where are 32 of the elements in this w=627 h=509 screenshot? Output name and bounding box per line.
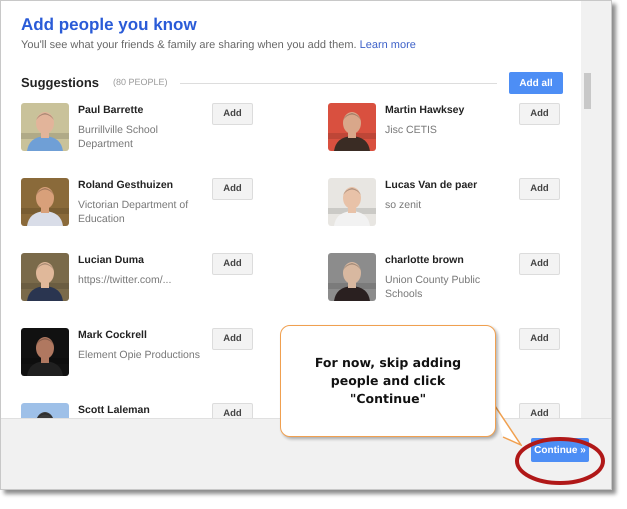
person-organization: Burrillville School Department: [78, 123, 159, 151]
section-heading: Suggestions: [21, 74, 100, 92]
person-organization: Union County Public Schools: [385, 273, 482, 301]
person-organization: Victorian Department of Education: [78, 198, 190, 226]
add-button[interactable]: Add: [212, 403, 253, 418]
person-name: charlotte brown: [385, 253, 465, 267]
add-button[interactable]: Add: [212, 253, 253, 275]
dialog-title: Add people you know: [21, 15, 198, 35]
person-organization: so zenit: [385, 198, 422, 212]
add-button[interactable]: Add: [212, 103, 253, 125]
add-button[interactable]: Add: [212, 178, 253, 200]
person-name: Roland Gesthuizen: [78, 178, 174, 192]
person-organization: Jisc CETIS: [385, 123, 438, 137]
person-organization: Element Opie Productions: [78, 348, 201, 362]
add-button[interactable]: Add: [519, 178, 560, 200]
learn-more-link[interactable]: Learn more: [360, 39, 416, 51]
add-button[interactable]: Add: [519, 328, 560, 350]
add-button[interactable]: Add: [519, 103, 560, 125]
add-button[interactable]: Add: [519, 253, 560, 275]
callout-text: For now, skip adding people and click "Continue": [314, 354, 462, 408]
person-name: Scott Laleman: [78, 403, 151, 417]
subtitle: You'll see what your friends & family are sharing when you add them.: [21, 39, 357, 51]
add-button[interactable]: Add: [212, 328, 253, 350]
scrollbar-thumb[interactable]: [584, 73, 591, 109]
person-name: Paul Barrette: [78, 103, 144, 117]
people-count: (80 PEOPLE): [113, 76, 168, 90]
add-button[interactable]: Add: [519, 403, 560, 418]
person-name: Lucas Van de paer: [385, 178, 478, 192]
person-name: Lucian Duma: [78, 253, 145, 267]
person-name: Mark Cockrell: [78, 328, 148, 342]
person-organization: https://twitter.com/...: [78, 273, 172, 287]
person-name: Martin Hawksey: [385, 103, 466, 117]
